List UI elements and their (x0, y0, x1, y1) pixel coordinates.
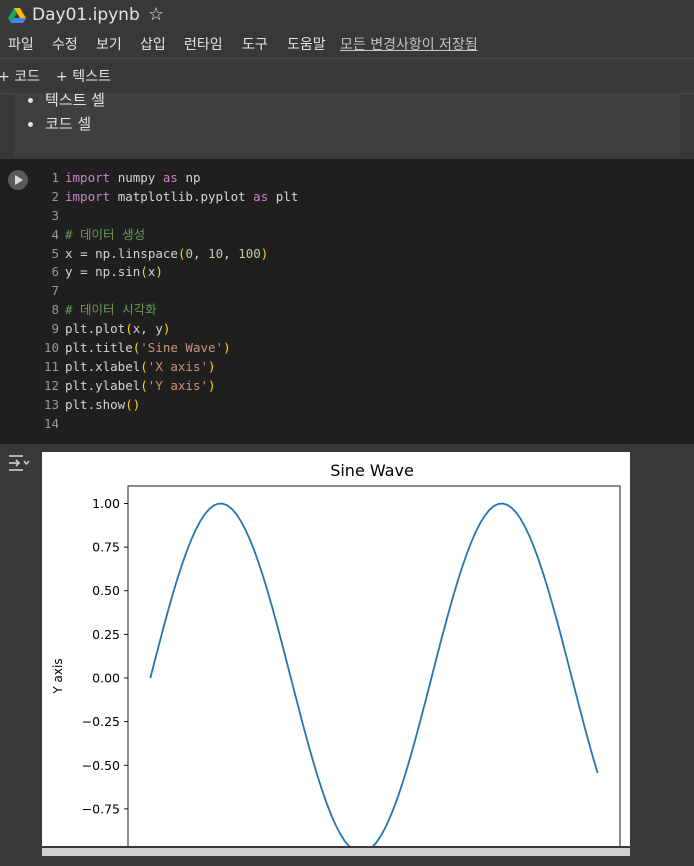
chart-title: Sine Wave (330, 461, 414, 480)
notebook-title[interactable]: Day01.ipynb (32, 5, 140, 25)
code-line[interactable]: 4 # 데이터 생성 (40, 226, 298, 245)
star-icon[interactable]: ☆ (148, 4, 164, 25)
code-editor[interactable]: 1 import numpy as np 2 import matplotlib.py… (40, 169, 298, 433)
line-number: 5 (51, 245, 59, 261)
save-status-link[interactable]: 모든 변경사항이 저장됨 (340, 34, 478, 54)
line-number: 7 (51, 283, 59, 299)
bullet-icon (28, 98, 33, 103)
horizontal-scrollbar[interactable] (0, 846, 694, 862)
code-line[interactable]: 14 (40, 415, 298, 434)
text-cell[interactable]: 텍스트 셀 코드 셀 (14, 91, 680, 157)
code-line[interactable]: 5x = np.linspace(0, 10, 100) (40, 245, 298, 264)
menu-edit[interactable]: 수정 (52, 34, 78, 54)
code-line[interactable]: 3 (40, 207, 298, 226)
plus-icon: + (0, 69, 10, 85)
scrollbar-thumb[interactable] (42, 848, 630, 856)
title-bar: Day01.ipynb ☆ (0, 0, 694, 32)
output-area: Sine Wave Y axis 1.00 0.75 0.50 0.25 0.00 −0.… (0, 446, 694, 866)
code-line[interactable]: 7 (40, 282, 298, 301)
add-code-button[interactable]: + 코드 (0, 66, 40, 86)
menu-insert[interactable]: 삽입 (140, 34, 166, 54)
y-tick-label: 0.50 (92, 583, 120, 598)
add-text-label: 텍스트 (72, 69, 111, 85)
y-tick-label: −0.75 (82, 801, 120, 816)
line-number: 2 (51, 188, 59, 204)
sine-line (149, 502, 599, 854)
output-options-icon[interactable] (8, 454, 30, 472)
y-tick-label: −0.50 (82, 758, 120, 773)
line-number: 9 (51, 321, 59, 337)
plot-output: Sine Wave Y axis 1.00 0.75 0.50 0.25 0.00 −0.… (42, 452, 630, 866)
code-line[interactable]: 8 # 데이터 시각화 (40, 301, 298, 320)
code-cell[interactable]: 1 import numpy as np 2 import matplotlib.py… (0, 159, 694, 444)
y-tick-label: −0.25 (82, 714, 120, 729)
code-line[interactable]: 2 import matplotlib.pyplot as plt (40, 188, 298, 207)
line-number: 3 (51, 207, 59, 223)
line-number: 10 (43, 340, 59, 356)
line-number: 11 (43, 358, 59, 374)
menu-help[interactable]: 도움말 (287, 34, 326, 54)
y-tick-label: 0.75 (92, 540, 120, 555)
y-tick-label: 1.00 (92, 496, 120, 511)
menu-runtime[interactable]: 런타임 (184, 34, 223, 54)
code-line[interactable]: 12 plt.ylabel('Y axis') (40, 377, 298, 396)
line-number: 4 (51, 226, 59, 242)
list-item: 코드 셀 (28, 113, 91, 134)
add-text-button[interactable]: + 텍스트 (56, 66, 111, 86)
line-number: 12 (43, 377, 59, 393)
y-axis-label: Y axis (51, 658, 65, 694)
code-line[interactable]: 11 plt.xlabel('X axis') (40, 358, 298, 377)
y-tick-label: 0.25 (92, 627, 120, 642)
drive-logo-icon (8, 8, 26, 23)
plus-icon: + (56, 69, 68, 85)
code-line[interactable]: 9 plt.plot(x, y) (40, 320, 298, 339)
list-item: 텍스트 셀 (28, 89, 105, 110)
bullet-icon (28, 122, 33, 127)
code-line[interactable]: 6y = np.sin(x) (40, 263, 298, 282)
code-line[interactable]: 1 import numpy as np (40, 169, 298, 188)
code-line[interactable]: 10 plt.title('Sine Wave') (40, 339, 298, 358)
line-number: 14 (43, 415, 59, 431)
menu-file[interactable]: 파일 (8, 34, 34, 54)
code-line[interactable]: 13 plt.show() (40, 396, 298, 415)
y-ticks: 1.000.750.500.250.00−0.25−0.50−0.75−1.00 (82, 496, 128, 860)
add-code-label: 코드 (14, 69, 40, 85)
line-number: 6 (51, 264, 59, 280)
line-number: 8 (51, 302, 59, 318)
sine-chart: Sine Wave Y axis 1.00 0.75 0.50 0.25 0.00 −0.… (51, 461, 621, 866)
line-number: 13 (43, 396, 59, 412)
menu-tools[interactable]: 도구 (242, 34, 268, 54)
line-number: 1 (51, 170, 59, 185)
plot-frame (127, 485, 621, 866)
run-cell-button[interactable] (8, 170, 28, 190)
menu-view[interactable]: 보기 (96, 34, 122, 54)
y-tick-label: 0.00 (92, 671, 120, 686)
menu-bar: 파일 수정 보기 삽입 런타임 도구 도움말 모든 변경사항이 저장됨 (0, 32, 694, 58)
